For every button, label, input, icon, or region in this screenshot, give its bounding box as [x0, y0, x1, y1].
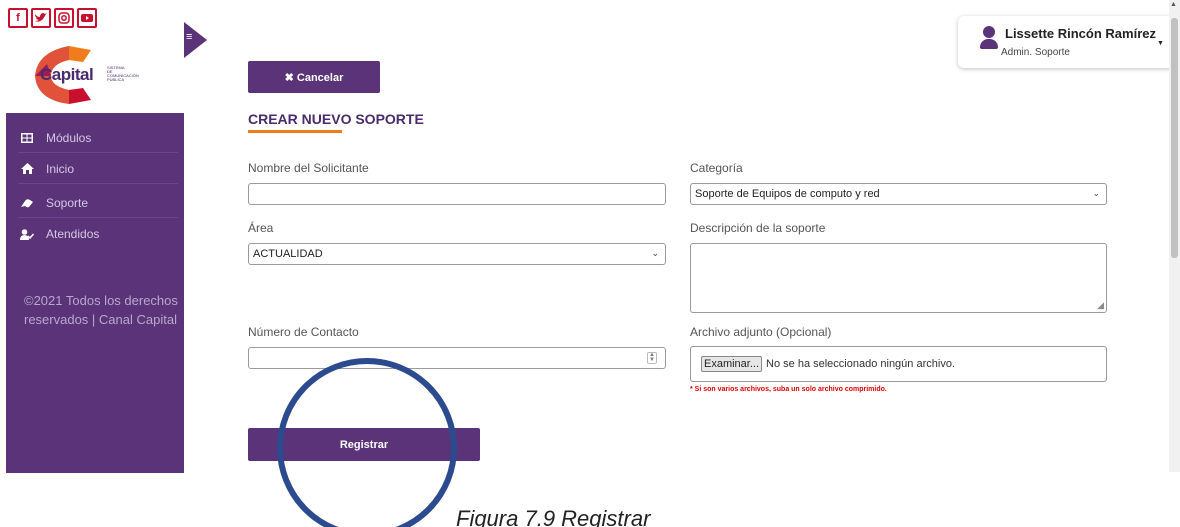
grid-icon: [18, 132, 36, 143]
twitter-icon[interactable]: [31, 8, 51, 28]
social-links: f: [8, 8, 97, 28]
file-warning: * Si son varios archivos, suba un solo a…: [690, 386, 887, 393]
highlight-circle: [277, 358, 457, 527]
number-stepper-icon[interactable]: ▲ ▼: [647, 352, 657, 364]
user-name: Lissette Rincón Ramírez: [1005, 26, 1156, 41]
figure-caption: Figura 7.9 Registrar: [456, 506, 651, 527]
contacto-label: Número de Contacto: [248, 325, 359, 339]
archivo-label: Archivo adjunto (Opcional): [690, 325, 832, 339]
brand-header: f Capital SISTEMA DE COMUNICACIÓN PÚBLIC…: [6, 0, 184, 113]
sidebar-footer: ©2021 Todos los derechos reservados | Ca…: [24, 293, 178, 327]
sidebar-item-label: Inicio: [46, 161, 75, 176]
instagram-icon[interactable]: [54, 8, 74, 28]
scroll-up-icon[interactable]: ▲: [1170, 1, 1177, 8]
file-status: No se ha seleccionado ningún archivo.: [766, 358, 955, 370]
facebook-icon[interactable]: f: [8, 8, 28, 28]
home-icon: [18, 163, 36, 174]
resize-handle-icon[interactable]: ◢: [1097, 300, 1104, 311]
categoria-select[interactable]: Soporte de Equipos de computo y red ⌄: [690, 183, 1107, 205]
sidebar-item-atendidos[interactable]: Atendidos: [18, 219, 178, 249]
sidebar-item-modulos[interactable]: Módulos: [18, 123, 178, 153]
user-check-icon: [18, 228, 36, 240]
sidebar-item-label: Módulos: [46, 130, 92, 145]
descripcion-textarea[interactable]: ◢: [690, 243, 1107, 313]
sidebar-item-inicio[interactable]: Inicio: [18, 154, 178, 184]
sidebar-item-label: Soporte: [46, 195, 89, 210]
sidebar-item-soporte[interactable]: Soporte: [18, 188, 178, 218]
file-input[interactable]: Examinar... No se ha seleccionado ningún…: [690, 346, 1107, 382]
categoria-label: Categoría: [690, 161, 743, 175]
menu-icon: ≡: [186, 31, 193, 43]
chevron-down-icon[interactable]: ▼: [1157, 40, 1164, 47]
cancel-button[interactable]: ✖ Cancelar: [248, 61, 380, 93]
area-value: ACTUALIDAD: [253, 248, 323, 260]
brand-tagline: SISTEMA DE COMUNICACIÓN PÚBLICA: [107, 65, 139, 82]
sidebar: Módulos Inicio Soporte Atendidos ©2021 T…: [6, 113, 184, 473]
user-role: Admin. Soporte: [1001, 47, 1070, 58]
brand-name: Capital: [40, 65, 94, 84]
chevron-down-icon: ⌄: [651, 248, 659, 258]
title-underline: [248, 130, 342, 133]
scrollbar-thumb[interactable]: [1171, 18, 1178, 258]
solicitante-label: Nombre del Solicitante: [248, 161, 369, 175]
chevron-down-icon: ⌄: [1092, 188, 1100, 198]
sidebar-item-label: Atendidos: [46, 227, 100, 241]
page-title: CREAR NUEVO SOPORTE: [248, 111, 424, 127]
user-menu[interactable]: Lissette Rincón Ramírez Admin. Soporte ▼: [958, 16, 1174, 68]
area-select[interactable]: ACTUALIDAD ⌄: [248, 243, 666, 265]
categoria-value: Soporte de Equipos de computo y red: [695, 188, 880, 200]
support-icon: [18, 198, 36, 208]
youtube-icon[interactable]: [77, 8, 97, 28]
solicitante-input[interactable]: [248, 183, 666, 205]
area-label: Área: [248, 221, 274, 235]
browse-button[interactable]: Examinar...: [701, 356, 763, 372]
descripcion-label: Descripción de la soporte: [690, 221, 826, 235]
contacto-input[interactable]: ▲ ▼: [248, 347, 666, 369]
avatar-icon: [980, 26, 1000, 56]
